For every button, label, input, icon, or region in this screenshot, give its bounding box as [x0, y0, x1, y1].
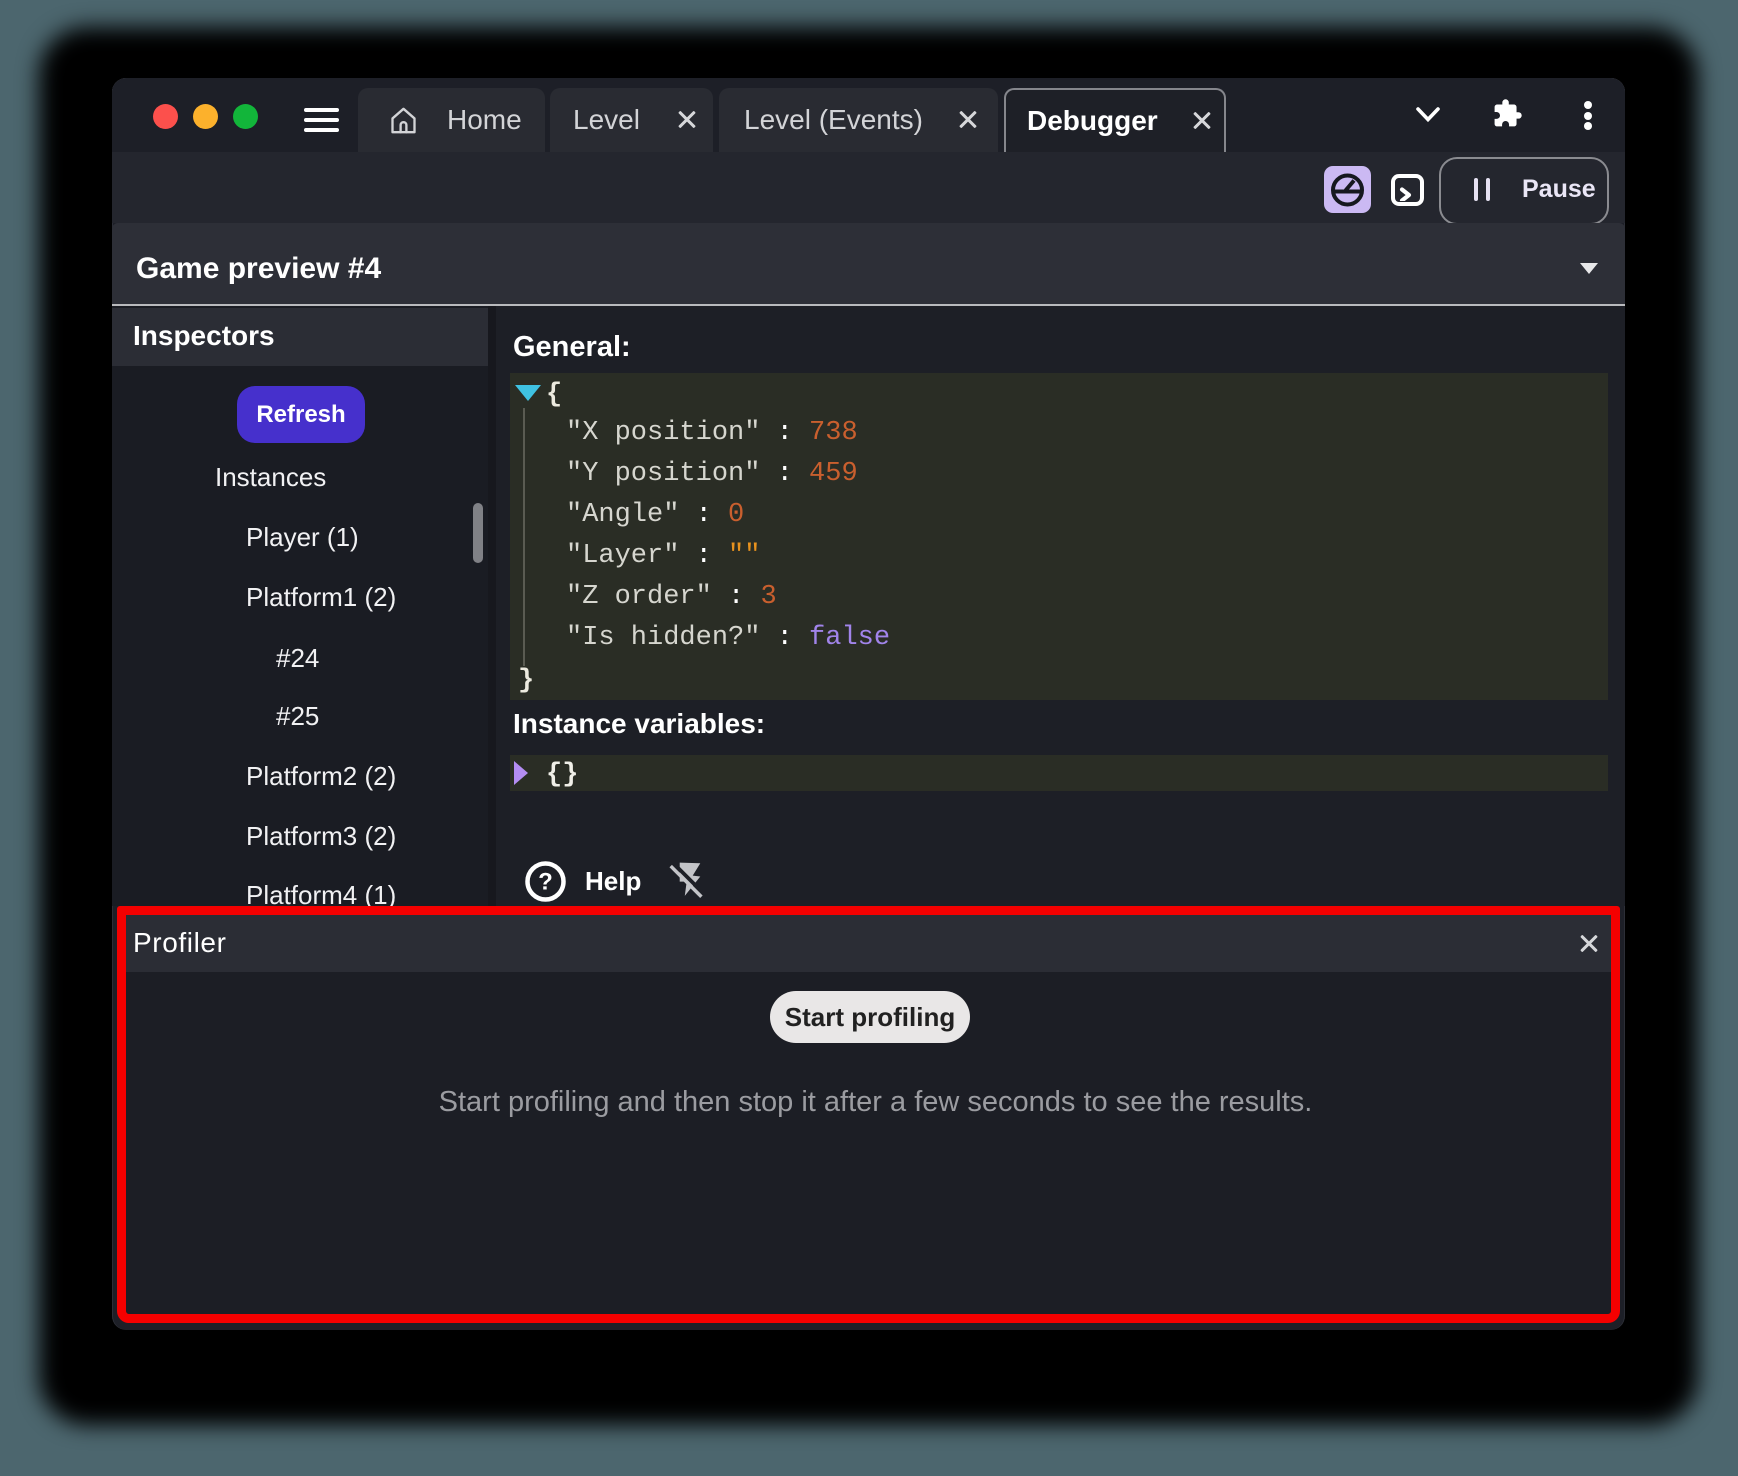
svg-text:?: ?	[538, 869, 553, 896]
